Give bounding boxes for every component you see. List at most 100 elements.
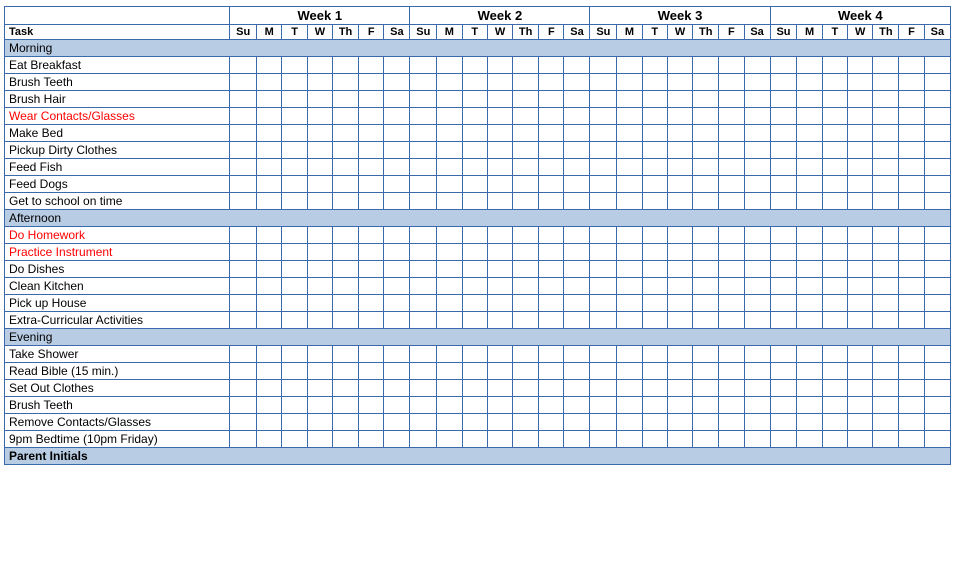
day-cell[interactable] bbox=[410, 414, 437, 431]
day-cell[interactable] bbox=[333, 91, 359, 108]
day-cell[interactable] bbox=[307, 159, 332, 176]
day-cell[interactable] bbox=[359, 74, 384, 91]
day-cell[interactable] bbox=[617, 346, 642, 363]
day-cell[interactable] bbox=[359, 57, 384, 74]
day-cell[interactable] bbox=[487, 57, 512, 74]
day-cell[interactable] bbox=[719, 227, 744, 244]
day-cell[interactable] bbox=[924, 414, 950, 431]
day-cell[interactable] bbox=[873, 176, 899, 193]
day-cell[interactable] bbox=[899, 244, 924, 261]
day-cell[interactable] bbox=[744, 414, 770, 431]
day-cell[interactable] bbox=[797, 74, 822, 91]
day-cell[interactable] bbox=[462, 295, 487, 312]
day-cell[interactable] bbox=[873, 125, 899, 142]
day-cell[interactable] bbox=[899, 278, 924, 295]
day-cell[interactable] bbox=[770, 397, 797, 414]
day-cell[interactable] bbox=[924, 380, 950, 397]
day-cell[interactable] bbox=[333, 176, 359, 193]
day-cell[interactable] bbox=[899, 193, 924, 210]
day-cell[interactable] bbox=[822, 193, 847, 210]
day-cell[interactable] bbox=[282, 346, 307, 363]
day-cell[interactable] bbox=[384, 346, 410, 363]
day-cell[interactable] bbox=[744, 244, 770, 261]
day-cell[interactable] bbox=[437, 91, 462, 108]
day-cell[interactable] bbox=[693, 244, 719, 261]
day-cell[interactable] bbox=[848, 380, 873, 397]
day-cell[interactable] bbox=[667, 431, 692, 448]
day-cell[interactable] bbox=[848, 108, 873, 125]
day-cell[interactable] bbox=[539, 74, 564, 91]
day-cell[interactable] bbox=[282, 278, 307, 295]
day-cell[interactable] bbox=[307, 363, 332, 380]
day-cell[interactable] bbox=[307, 295, 332, 312]
day-cell[interactable] bbox=[797, 142, 822, 159]
day-cell[interactable] bbox=[564, 278, 590, 295]
day-cell[interactable] bbox=[462, 363, 487, 380]
day-cell[interactable] bbox=[719, 244, 744, 261]
day-cell[interactable] bbox=[564, 363, 590, 380]
day-cell[interactable] bbox=[384, 159, 410, 176]
day-cell[interactable] bbox=[487, 244, 512, 261]
day-cell[interactable] bbox=[230, 125, 257, 142]
day-cell[interactable] bbox=[282, 57, 307, 74]
day-cell[interactable] bbox=[462, 159, 487, 176]
day-cell[interactable] bbox=[744, 346, 770, 363]
day-cell[interactable] bbox=[359, 176, 384, 193]
day-cell[interactable] bbox=[333, 295, 359, 312]
day-cell[interactable] bbox=[822, 295, 847, 312]
day-cell[interactable] bbox=[770, 363, 797, 380]
day-cell[interactable] bbox=[410, 74, 437, 91]
day-cell[interactable] bbox=[797, 380, 822, 397]
day-cell[interactable] bbox=[693, 312, 719, 329]
day-cell[interactable] bbox=[744, 57, 770, 74]
day-cell[interactable] bbox=[257, 125, 282, 142]
day-cell[interactable] bbox=[333, 278, 359, 295]
day-cell[interactable] bbox=[282, 159, 307, 176]
day-cell[interactable] bbox=[487, 295, 512, 312]
day-cell[interactable] bbox=[257, 380, 282, 397]
day-cell[interactable] bbox=[564, 244, 590, 261]
day-cell[interactable] bbox=[873, 57, 899, 74]
day-cell[interactable] bbox=[719, 397, 744, 414]
day-cell[interactable] bbox=[230, 57, 257, 74]
day-cell[interactable] bbox=[873, 363, 899, 380]
day-cell[interactable] bbox=[590, 414, 617, 431]
day-cell[interactable] bbox=[590, 295, 617, 312]
day-cell[interactable] bbox=[873, 193, 899, 210]
day-cell[interactable] bbox=[359, 363, 384, 380]
day-cell[interactable] bbox=[693, 227, 719, 244]
day-cell[interactable] bbox=[513, 380, 539, 397]
day-cell[interactable] bbox=[307, 244, 332, 261]
day-cell[interactable] bbox=[230, 142, 257, 159]
day-cell[interactable] bbox=[590, 431, 617, 448]
day-cell[interactable] bbox=[642, 176, 667, 193]
day-cell[interactable] bbox=[719, 346, 744, 363]
day-cell[interactable] bbox=[924, 227, 950, 244]
day-cell[interactable] bbox=[693, 159, 719, 176]
day-cell[interactable] bbox=[539, 108, 564, 125]
day-cell[interactable] bbox=[822, 363, 847, 380]
day-cell[interactable] bbox=[848, 176, 873, 193]
day-cell[interactable] bbox=[230, 261, 257, 278]
day-cell[interactable] bbox=[719, 312, 744, 329]
day-cell[interactable] bbox=[437, 108, 462, 125]
day-cell[interactable] bbox=[642, 295, 667, 312]
day-cell[interactable] bbox=[770, 91, 797, 108]
day-cell[interactable] bbox=[564, 176, 590, 193]
day-cell[interactable] bbox=[744, 278, 770, 295]
day-cell[interactable] bbox=[487, 414, 512, 431]
day-cell[interactable] bbox=[848, 125, 873, 142]
day-cell[interactable] bbox=[410, 244, 437, 261]
day-cell[interactable] bbox=[744, 431, 770, 448]
day-cell[interactable] bbox=[924, 108, 950, 125]
day-cell[interactable] bbox=[307, 176, 332, 193]
day-cell[interactable] bbox=[410, 91, 437, 108]
day-cell[interactable] bbox=[359, 380, 384, 397]
day-cell[interactable] bbox=[333, 261, 359, 278]
day-cell[interactable] bbox=[410, 193, 437, 210]
day-cell[interactable] bbox=[617, 244, 642, 261]
day-cell[interactable] bbox=[384, 261, 410, 278]
day-cell[interactable] bbox=[924, 176, 950, 193]
day-cell[interactable] bbox=[693, 176, 719, 193]
day-cell[interactable] bbox=[487, 380, 512, 397]
